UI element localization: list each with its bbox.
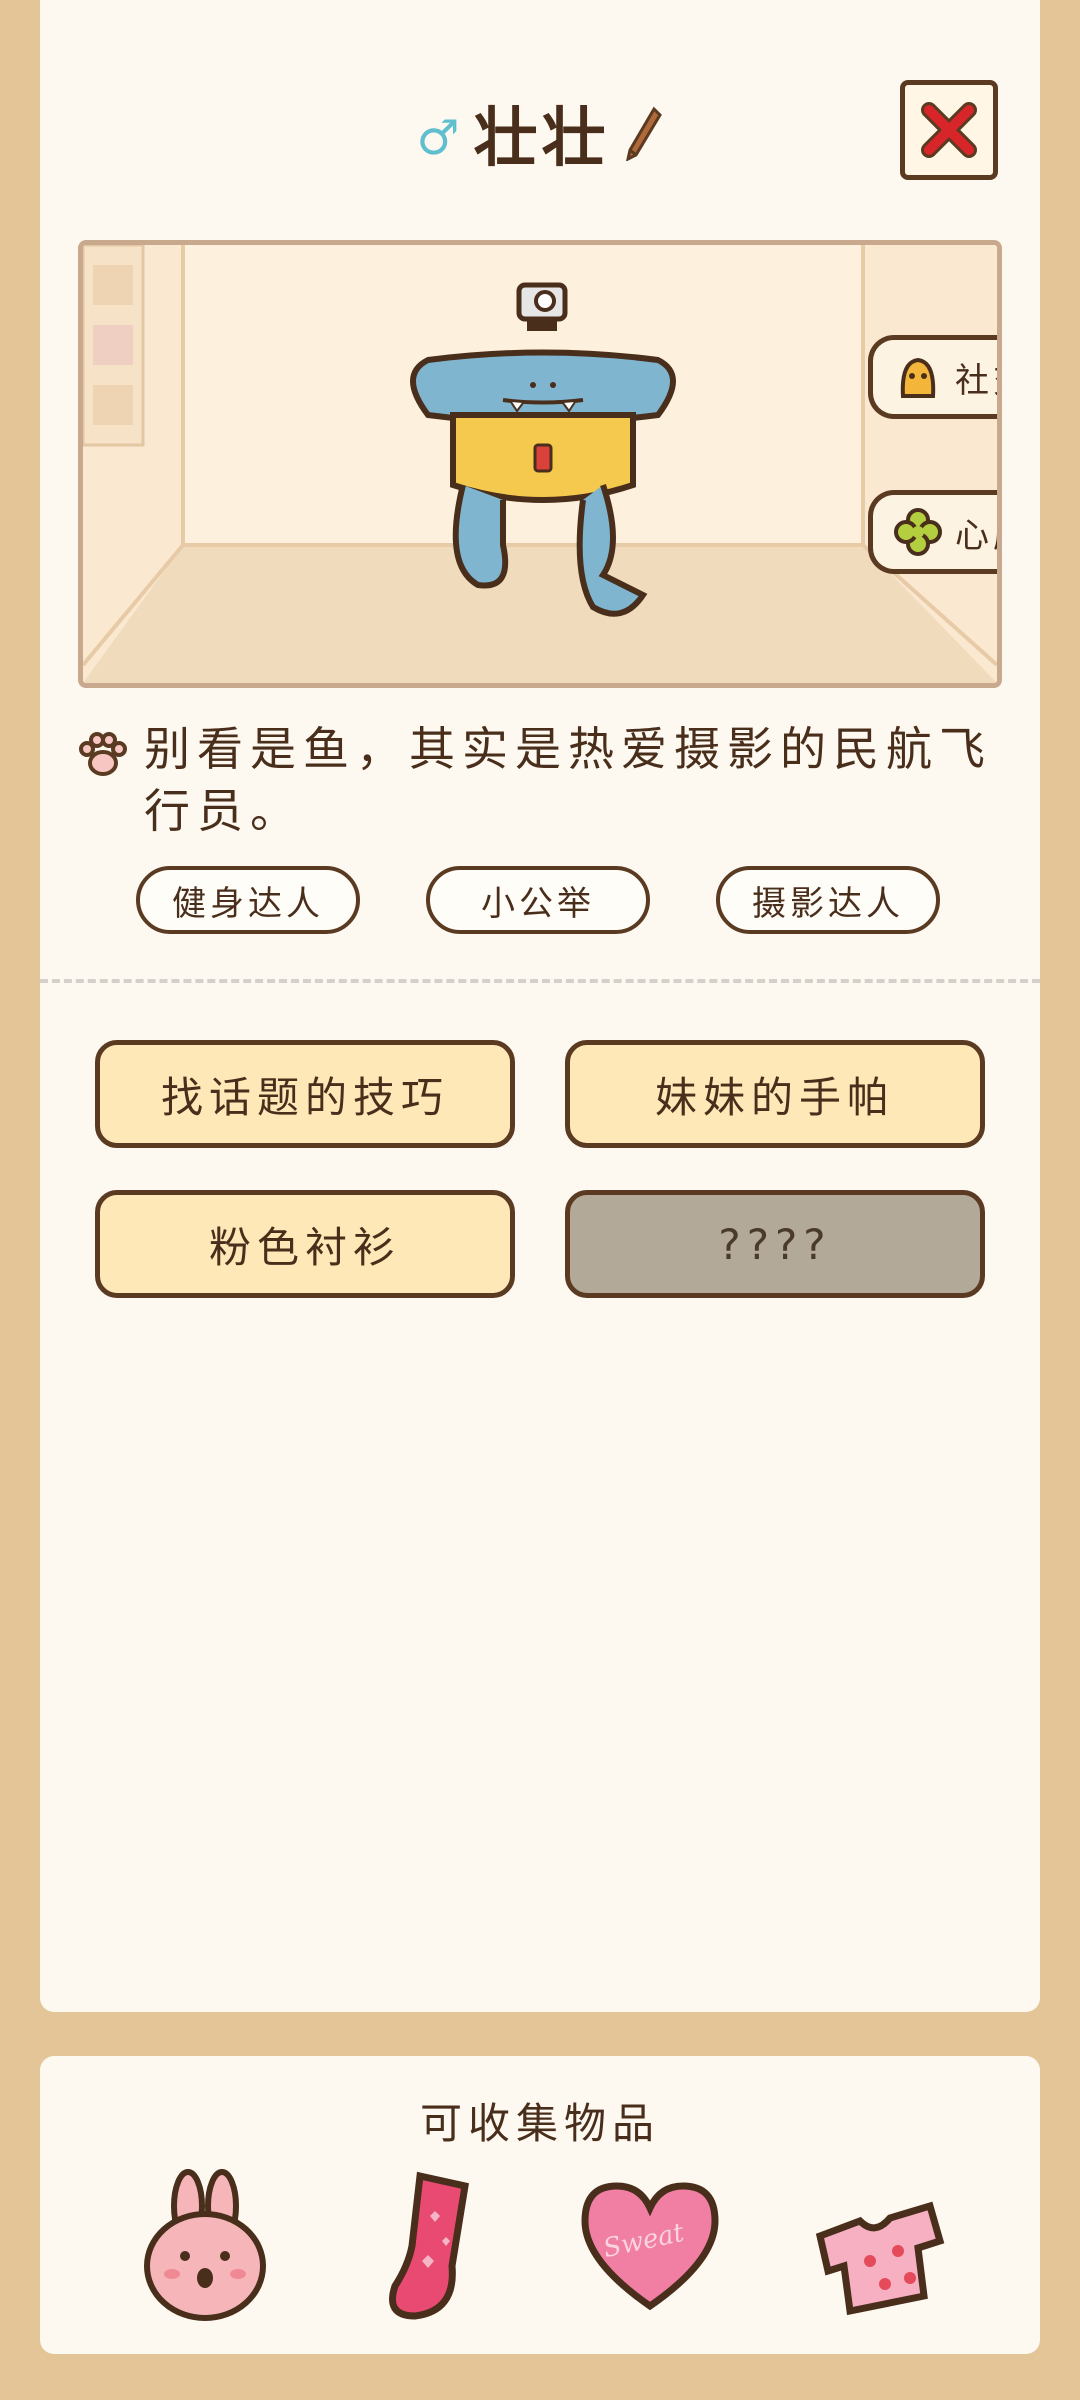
tag-princess: 小公举 — [426, 866, 650, 934]
collectibles-card: 可收集物品 Sweat — [40, 2056, 1040, 2354]
clover-icon — [894, 508, 942, 556]
wish-button[interactable]: 心愿 — [868, 490, 997, 574]
social-button[interactable]: 社交 — [868, 335, 997, 419]
character-description: 别看是鱼，其实是热爱摄影的民航飞行员。 — [144, 722, 992, 838]
heart-icon[interactable]: Sweat — [575, 2166, 725, 2326]
character-name: 壮壮 — [473, 102, 610, 176]
edit-pencil-icon[interactable] — [624, 105, 664, 161]
social-label: 社交 — [955, 360, 997, 401]
wish-label: 心愿 — [955, 515, 997, 556]
item-locked[interactable]: ???? — [565, 1190, 985, 1298]
character-card: ♂ 壮壮 社 心 别看是鱼，其实是热爱摄影的民航飞行员。 健身达人 小公举 摄影… — [40, 0, 1040, 2012]
bunny-icon[interactable] — [130, 2166, 280, 2326]
close-x-icon — [921, 102, 977, 158]
close-button[interactable] — [900, 80, 998, 180]
sock-icon[interactable] — [360, 2166, 510, 2326]
paw-icon — [79, 732, 127, 776]
room-illustration — [83, 245, 997, 683]
social-icon — [900, 357, 936, 398]
title-row: ♂ 壮壮 — [40, 96, 1040, 176]
collectibles-title: 可收集物品 — [419, 2099, 660, 2148]
tag-fitness: 健身达人 — [136, 866, 360, 934]
item-conversation-tips[interactable]: 找话题的技巧 — [95, 1040, 515, 1148]
divider — [40, 979, 1040, 983]
male-icon: ♂ — [416, 110, 460, 166]
item-sister-handkerchief[interactable]: 妹妹的手帕 — [565, 1040, 985, 1148]
shirt-icon[interactable] — [800, 2166, 950, 2326]
description-row: 别看是鱼，其实是热爱摄影的民航飞行员。 — [78, 718, 1008, 842]
tag-photography: 摄影达人 — [716, 866, 940, 934]
character-scene: 社交 心愿 — [78, 240, 1002, 688]
item-pink-shirt[interactable]: 粉色衬衫 — [95, 1190, 515, 1298]
